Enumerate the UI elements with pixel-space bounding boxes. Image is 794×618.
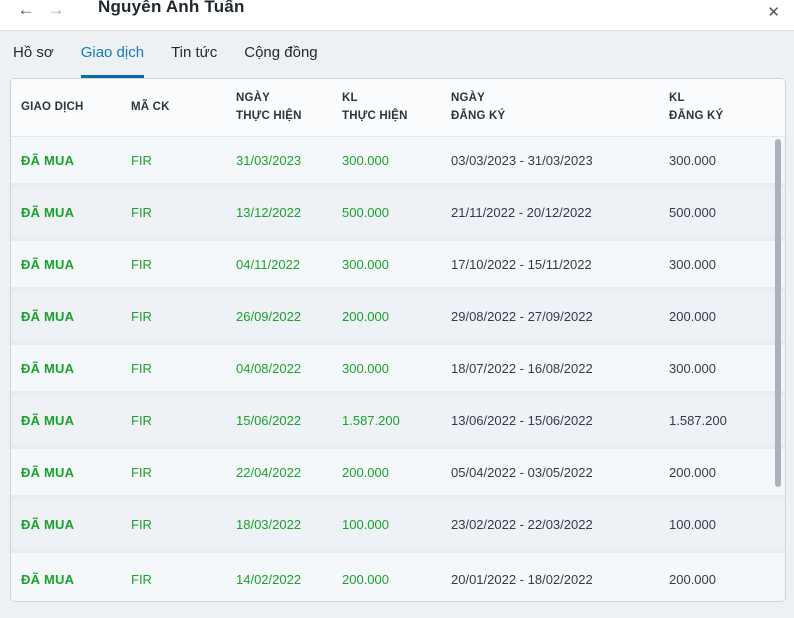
cell-registration-period: 05/04/2022 - 03/05/2022 xyxy=(451,464,593,480)
cell-executed-volume: 200.000 xyxy=(342,308,389,324)
profile-tabs: Hồ sơ Giao dịch Tin tức Cộng đồng xyxy=(0,31,794,78)
table-row[interactable]: ĐÃ MUA FIR 04/11/2022 300.000 17/10/2022… xyxy=(11,241,785,293)
close-icon[interactable]: ✕ xyxy=(767,4,780,22)
table-body: ĐÃ MUA FIR 31/03/2023 300.000 03/03/2023… xyxy=(11,137,785,601)
cell-registration-period: 29/08/2022 - 27/09/2022 xyxy=(451,308,593,324)
table-row[interactable]: ĐÃ MUA FIR 26/09/2022 200.000 29/08/2022… xyxy=(11,293,785,345)
cell-transaction-status: ĐÃ MUA xyxy=(21,308,75,324)
vertical-scrollbar[interactable] xyxy=(775,139,781,487)
cell-registered-volume: 300.000 xyxy=(669,360,716,376)
forward-arrow-icon[interactable]: → xyxy=(44,0,68,22)
cell-transaction-status: ĐÃ MUA xyxy=(21,412,75,428)
cell-execution-date: 14/02/2022 xyxy=(236,571,302,587)
cell-executed-volume: 100.000 xyxy=(342,516,389,532)
cell-registration-period: 20/01/2022 - 18/02/2022 xyxy=(451,571,593,587)
table-row[interactable]: ĐÃ MUA FIR 14/02/2022 200.000 20/01/2022… xyxy=(11,553,785,601)
cell-registered-volume: 200.000 xyxy=(669,308,716,324)
cell-registration-period: 21/11/2022 - 20/12/2022 xyxy=(451,204,592,220)
cell-executed-volume: 500.000 xyxy=(342,204,389,220)
cell-stock-code[interactable]: FIR xyxy=(131,413,236,428)
cell-stock-code[interactable]: FIR xyxy=(131,153,236,168)
cell-execution-date: 18/03/2022 xyxy=(236,516,302,532)
cell-transaction-status: ĐÃ MUA xyxy=(21,464,75,480)
cell-registration-period: 18/07/2022 - 16/08/2022 xyxy=(451,360,593,376)
tab-cong-dong[interactable]: Cộng đồng xyxy=(244,44,317,78)
tab-tin-tuc[interactable]: Tin tức xyxy=(171,44,217,78)
table-row[interactable]: ĐÃ MUA FIR 15/06/2022 1.587.200 13/06/20… xyxy=(11,397,785,449)
cell-transaction-status: ĐÃ MUA xyxy=(21,256,75,272)
cell-stock-code[interactable]: FIR xyxy=(131,517,236,532)
cell-execution-date: 22/04/2022 xyxy=(236,464,302,480)
cell-registered-volume: 500.000 xyxy=(669,204,716,220)
cell-stock-code[interactable]: FIR xyxy=(131,309,236,324)
cell-transaction-status: ĐÃ MUA xyxy=(21,516,75,532)
cell-executed-volume: 300.000 xyxy=(342,256,389,272)
tab-ho-so[interactable]: Hồ sơ xyxy=(13,44,54,78)
cell-registered-volume: 300.000 xyxy=(669,256,716,272)
cell-executed-volume: 200.000 xyxy=(342,571,389,587)
cell-execution-date: 04/11/2022 xyxy=(236,256,301,272)
table-header-row: GIAO DỊCH MÃ CK NGÀY THỰC HIỆN KL THỰC HIỆ… xyxy=(11,79,785,137)
table-row[interactable]: ĐÃ MUA FIR 18/03/2022 100.000 23/02/2022… xyxy=(11,501,785,553)
cell-executed-volume: 200.000 xyxy=(342,464,389,480)
column-header: NGÀY THỰC HIỆN xyxy=(236,91,302,122)
cell-executed-volume: 1.587.200 xyxy=(342,412,400,428)
cell-registered-volume: 300.000 xyxy=(669,152,716,168)
cell-execution-date: 13/12/2022 xyxy=(236,204,302,220)
cell-transaction-status: ĐÃ MUA xyxy=(21,204,75,220)
cell-stock-code[interactable]: FIR xyxy=(131,465,236,480)
cell-registration-period: 17/10/2022 - 15/11/2022 xyxy=(451,256,592,272)
cell-transaction-status: ĐÃ MUA xyxy=(21,152,75,168)
column-header: GIAO DỊCH xyxy=(21,100,84,113)
transactions-table-card: GIAO DỊCH MÃ CK NGÀY THỰC HIỆN KL THỰC HIỆ… xyxy=(10,78,786,602)
cell-registered-volume: 1.587.200 xyxy=(669,412,727,428)
cell-registered-volume: 200.000 xyxy=(669,464,716,480)
column-header: KL THỰC HIỆN xyxy=(342,91,408,122)
window-titlebar: ← → Nguyễn Anh Tuấn ✕ xyxy=(0,0,794,31)
cell-execution-date: 15/06/2022 xyxy=(236,412,302,428)
cell-registration-period: 13/06/2022 - 15/06/2022 xyxy=(451,412,593,428)
table-row[interactable]: ĐÃ MUA FIR 22/04/2022 200.000 05/04/2022… xyxy=(11,449,785,501)
tab-giao-dich[interactable]: Giao dịch xyxy=(80,44,145,78)
cell-transaction-status: ĐÃ MUA xyxy=(21,571,75,587)
cell-execution-date: 04/08/2022 xyxy=(236,360,302,376)
cell-executed-volume: 300.000 xyxy=(342,152,389,168)
column-header: MÃ CK xyxy=(131,100,170,113)
page-title: Nguyễn Anh Tuấn xyxy=(98,0,245,16)
cell-registration-period: 23/02/2022 - 22/03/2022 xyxy=(451,516,593,532)
cell-registration-period: 03/03/2023 - 31/03/2023 xyxy=(451,152,593,168)
cell-stock-code[interactable]: FIR xyxy=(131,572,236,587)
back-arrow-icon[interactable]: ← xyxy=(14,0,38,22)
cell-execution-date: 26/09/2022 xyxy=(236,308,302,324)
table-row[interactable]: ĐÃ MUA FIR 31/03/2023 300.000 03/03/2023… xyxy=(11,137,785,189)
cell-stock-code[interactable]: FIR xyxy=(131,257,236,272)
cell-execution-date: 31/03/2023 xyxy=(236,152,302,168)
column-header: KL ĐĂNG KÝ xyxy=(669,91,724,122)
cell-stock-code[interactable]: FIR xyxy=(131,205,236,220)
table-row[interactable]: ĐÃ MUA FIR 13/12/2022 500.000 21/11/2022… xyxy=(11,189,785,241)
cell-executed-volume: 300.000 xyxy=(342,360,389,376)
column-header: NGÀY ĐĂNG KÝ xyxy=(451,91,506,122)
table-row[interactable]: ĐÃ MUA FIR 04/08/2022 300.000 18/07/2022… xyxy=(11,345,785,397)
cell-registered-volume: 200.000 xyxy=(669,571,716,587)
cell-stock-code[interactable]: FIR xyxy=(131,361,236,376)
cell-transaction-status: ĐÃ MUA xyxy=(21,360,75,376)
cell-registered-volume: 100.000 xyxy=(669,516,716,532)
